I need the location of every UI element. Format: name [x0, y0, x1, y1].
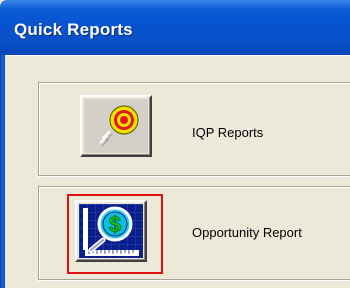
iqp-reports-button[interactable]	[80, 95, 152, 157]
window-title: Quick Reports	[14, 20, 133, 39]
quick-reports-window: Quick Reports IQP Reports $ Opportunity …	[0, 0, 350, 288]
title-bar[interactable]: Quick Reports	[0, 0, 350, 55]
target-icon	[84, 99, 148, 153]
opportunity-report-label: Opportunity Report	[192, 225, 302, 240]
selection-highlight	[67, 194, 163, 274]
iqp-reports-label: IQP Reports	[192, 125, 264, 140]
